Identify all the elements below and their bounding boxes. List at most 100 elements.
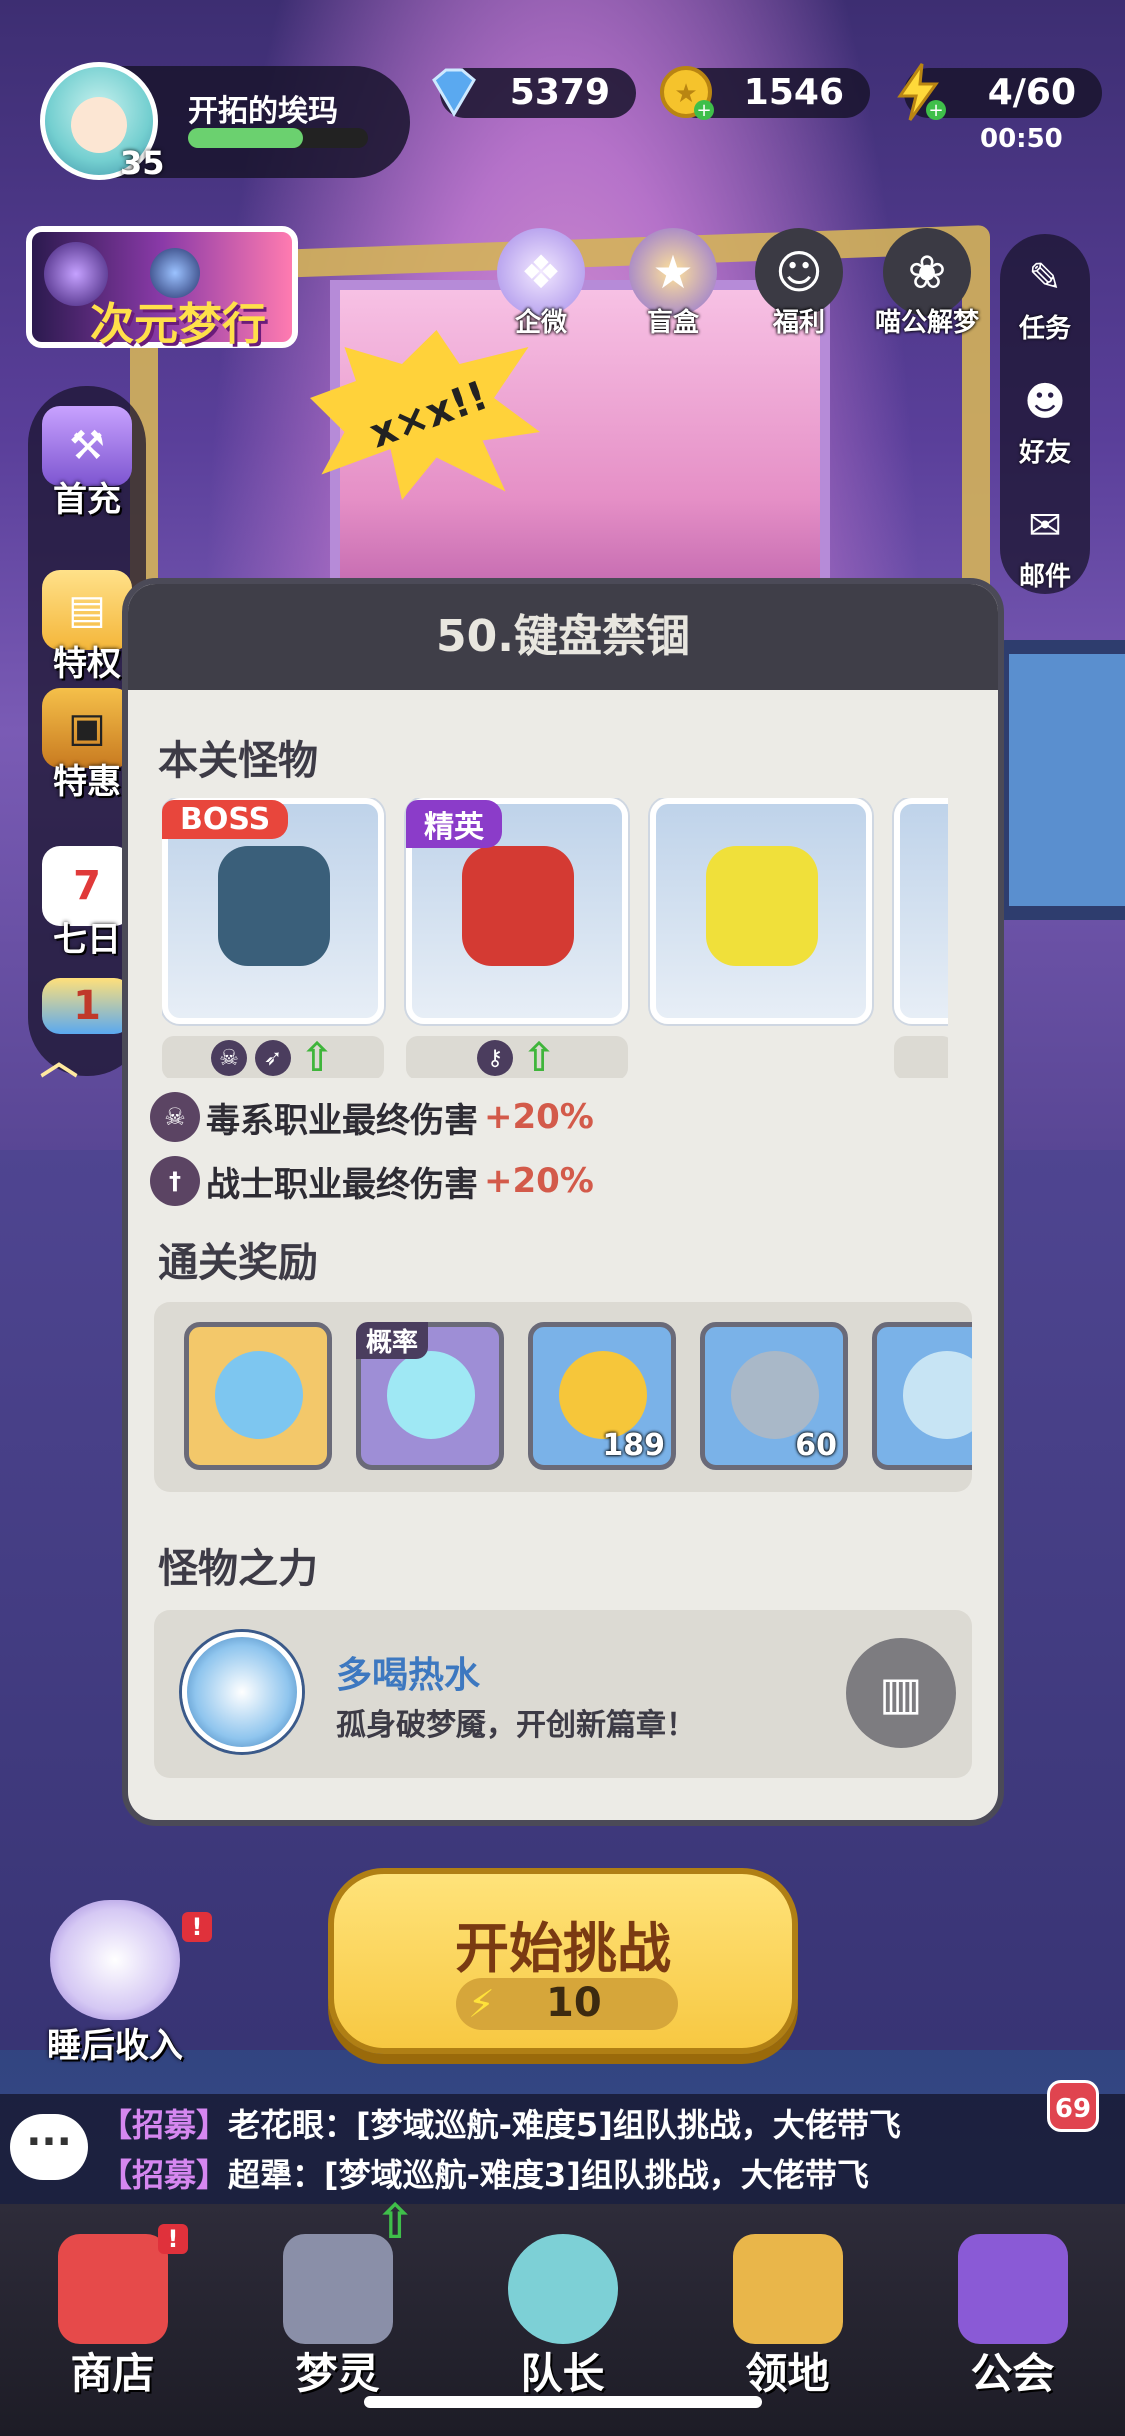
lightning-icon: + [897,63,946,121]
top-icon-welfare[interactable]: ☺ 福利 [744,228,854,339]
gem-amount: 5379 [509,72,610,113]
top-icon-label: 企微 [514,308,567,338]
event-banner[interactable]: 次元梦行 [26,226,298,350]
boss-monster-portrait [218,846,330,966]
bow-trait-icon: ➶ [255,1040,291,1076]
svg-text:+: + [928,100,943,121]
map-scroll-icon [903,1351,972,1439]
right-menu-friends[interactable]: ☻ 好友 [1000,372,1090,469]
monster-card[interactable]: BOSS [162,798,384,1024]
chat-bubble-icon[interactable]: ··· [10,2114,88,2180]
left-menu-first-charge[interactable]: ⚒ 首充 [28,406,146,521]
stage-title: 50.键盘禁锢 [128,584,998,690]
bar-chart-icon: ▥ [879,1666,923,1720]
nav-label: 梦灵 [295,2349,380,2398]
portal-door-icon [732,2234,843,2344]
player-level: 35 [120,144,165,182]
rewards-header: 通关奖励 [152,1230,572,1288]
reward-item[interactable]: 189 [528,1322,676,1470]
nav-shop[interactable]: 商店 ! [0,2204,225,2436]
sleep-income-label: 睡后收入 [47,2026,183,2066]
gem-counter[interactable]: 5379 [432,68,636,118]
home-indicator [364,2396,762,2408]
monster-traits [894,1036,948,1078]
nav-label: 商店 [70,2349,155,2398]
reward-item[interactable]: 概率 [356,1322,504,1470]
crystal-relic-icon [387,1351,475,1439]
left-menu-label: 首充 [53,480,121,520]
power-description: 孤身破梦魇，开创新篇章！ [336,1708,696,1743]
start-challenge-button[interactable]: 开始挑战 ⚡ 10 [328,1868,798,2054]
poison-icon: ☠ [150,1092,200,1142]
stamina-cost: ⚡ 10 [456,1978,678,2030]
unread-count-badge: 69 [1047,2080,1099,2132]
reward-list: 概率 189 60 [154,1302,972,1492]
power-name: 多喝热水 [336,1655,481,1696]
xp-bar-fill [188,128,304,148]
top-icon-cat-dream[interactable]: ❀ 喵公解梦 [872,228,982,339]
stamina-counter[interactable]: + 4/60 [897,63,1102,121]
gold-amount: 1546 [743,72,844,113]
monster-tag: BOSS [162,800,289,839]
top-icon-label: 喵公解梦 [874,308,979,338]
right-menu-task[interactable]: ✎ 任务 [1000,248,1090,345]
exp-badge-icon [731,1351,819,1439]
monster-card[interactable] [650,798,872,1024]
player-profile[interactable]: 35 开拓的埃玛 [40,62,410,182]
alert-badge: ! [158,2224,188,2254]
monster-tag: 精英 [406,800,502,848]
task-icon: ✎ [1028,255,1062,301]
reward-item[interactable] [872,1322,972,1470]
monster-power-card[interactable]: 多喝热水 孤身破梦魇，开创新篇章！ ▥ [154,1610,972,1778]
sword-icon: † [150,1156,200,1206]
right-menu-label: 任务 [1018,314,1071,344]
gold-counter[interactable]: ★ + 1546 [660,66,870,121]
nav-label: 公会 [970,2349,1055,2398]
monster-power-header: 怪物之力 [152,1536,572,1594]
chat-line: 【招募】超犟：[梦域巡航-难度3]组队挑战，大佬带飞 [100,2156,869,2194]
collapse-chevron-icon[interactable]: ︿ [34,1030,84,1083]
monster-list: BOSS 精英 ☠ ➶ ⇧ ⚷ ⇧ [162,798,948,1078]
xp-bar [188,128,368,148]
diamond-icon [432,68,476,117]
top-icon-label: 盲盒 [646,308,699,338]
duck-monster-portrait [706,846,818,966]
buff-text: 战士职业最终伤害 [206,1164,478,1205]
monster-card[interactable]: 精英 [406,798,628,1024]
right-menu-label: 好友 [1018,438,1071,468]
up-arrow-icon: ⇧ [522,1035,556,1078]
sleep-income[interactable]: ! 睡后收入 [10,1890,220,2070]
top-icon-label: 福利 [772,308,825,338]
reward-item[interactable]: 60 [700,1322,848,1470]
gold-coin-icon: ★+ [660,66,714,121]
buff-value: +20% [484,1097,594,1137]
top-icon-blind-box[interactable]: ★ 盲盒 [618,228,728,339]
top-icon-qiwei[interactable]: ❖ 企微 [486,228,596,339]
chat-ticker[interactable]: ··· 【招募】老花眼：[梦域巡航-难度5]组队挑战，大佬带飞 【招募】超犟：[… [0,2080,1125,2204]
stamina-amount: 4/60 [987,72,1076,113]
gold-coin-icon [559,1351,647,1439]
right-menu-mail[interactable]: ✉ 邮件 [1000,496,1090,593]
monster-card[interactable] [894,798,948,1024]
up-arrow-icon: ⇧ [375,2194,416,2250]
key-trait-icon: ⚷ [477,1040,513,1076]
robot-icon [282,2234,393,2344]
reward-item[interactable] [184,1322,332,1470]
elite-monster-portrait [462,846,574,966]
player-name: 开拓的埃玛 [188,94,338,129]
svg-text:★: ★ [674,79,697,109]
right-menu-label: 邮件 [1018,562,1071,592]
start-challenge-label: 开始挑战 [455,1917,671,1980]
up-arrow-icon: ⇧ [300,1035,334,1078]
reward-qty: 189 [602,1428,665,1463]
nav-guild[interactable]: 公会 [900,2204,1125,2436]
alert-badge: ! [182,1912,212,1942]
stats-chart-button[interactable]: ▥ [846,1638,956,1748]
buff-row: † 战士职业最终伤害 +20% [150,1156,594,1206]
buff-value: +20% [484,1161,594,1201]
event-banner-label: 次元梦行 [90,299,266,350]
monitor-prop [995,640,1125,920]
buff-text: 毒系职业最终伤害 [206,1100,478,1141]
power-avatar [182,1632,302,1752]
guild-trophy-icon [957,2234,1068,2344]
